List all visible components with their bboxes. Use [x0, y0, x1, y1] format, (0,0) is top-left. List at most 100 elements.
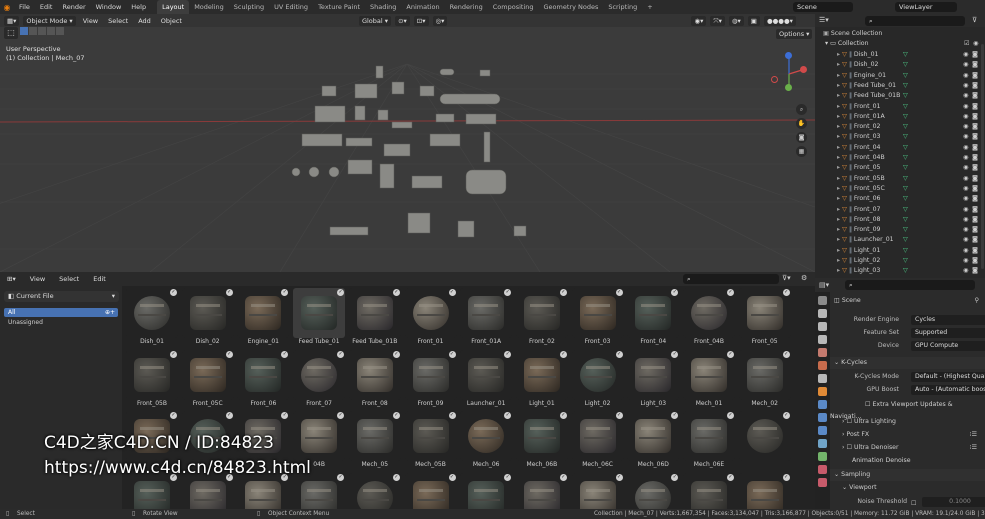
outliner-item[interactable]: ▸ ▽ ∥ Front_04 ▽ ◉ ◙	[815, 143, 985, 153]
asset-item[interactable]: ✓ Mech_06	[460, 411, 513, 471]
outliner-item[interactable]: ▸ ▽ ∥ Front_02 ▽ ◉ ◙	[815, 122, 985, 132]
asset-item[interactable]: ✓ Light_02	[571, 349, 624, 410]
asset-item[interactable]: ✓	[738, 411, 791, 471]
catalog-unassigned[interactable]: Unassigned	[8, 319, 43, 326]
camera-render-icon[interactable]: ◙	[972, 153, 978, 163]
ultra-lighting-subpanel[interactable]: › ☐ Ultra Lighting	[830, 416, 985, 428]
gizmo-neg-x-axis[interactable]	[771, 76, 778, 83]
extra-updates-row[interactable]: ☐ Extra Viewport Updates & Navigati...	[830, 399, 985, 420]
filter-icon[interactable]: ⊽▾	[782, 274, 791, 282]
expand-arrow-icon[interactable]: ▸	[815, 267, 842, 274]
asset-item[interactable]: ✓ Feed Tube_01	[293, 288, 346, 348]
asset-menu-edit[interactable]: Edit	[90, 274, 109, 284]
expand-arrow-icon[interactable]: ▸	[815, 257, 842, 264]
list-menu-icon[interactable]: ⁝☰	[969, 442, 977, 454]
outliner-item[interactable]: ▸ ▽ ∥ Light_01 ▽ ◉ ◙	[815, 246, 985, 256]
eye-icon[interactable]: ◉	[963, 163, 968, 173]
eye-icon[interactable]: ◉	[963, 81, 968, 91]
camera-render-icon[interactable]: ◙	[972, 256, 978, 266]
add-catalog-icon[interactable]: ⊕+	[105, 308, 118, 317]
tab-output-icon[interactable]	[818, 322, 827, 331]
list-menu-icon[interactable]: ⁝☰	[969, 429, 977, 441]
scene-collection-row[interactable]: ▣ Scene Collection	[815, 29, 985, 39]
properties-editor-icon[interactable]: ▤▾	[819, 281, 829, 289]
asset-item[interactable]: ✓ Front_02	[515, 288, 568, 348]
asset-item[interactable]: ✓ Front_05B	[126, 349, 178, 410]
menu-help[interactable]: Help	[126, 3, 151, 11]
editor-type-icon[interactable]: ▦▾	[4, 15, 20, 26]
tab-scripting[interactable]: Scripting	[603, 0, 642, 14]
outliner-scrollbar[interactable]	[981, 44, 984, 269]
expand-arrow-icon[interactable]: ▸	[815, 82, 842, 89]
viewport-menu-object[interactable]: Object	[158, 16, 185, 26]
tab-constraints-icon[interactable]	[818, 439, 827, 448]
sampling-panel-header[interactable]: ⌄ Sampling	[830, 469, 985, 481]
outliner-item[interactable]: ▸ ▽ ∥ Light_03 ▽ ◉ ◙	[815, 266, 985, 276]
tab-texture-icon[interactable]	[818, 478, 827, 487]
ultra-denoiser-subpanel[interactable]: › ☐ Ultra Denoiser ⁝☰	[830, 442, 985, 454]
viewport-menu-select[interactable]: Select	[105, 16, 131, 26]
eye-icon[interactable]: ◉	[963, 256, 968, 266]
asset-item[interactable]: ✓ Mech_02	[738, 349, 791, 410]
expand-arrow-icon[interactable]: ▾	[815, 40, 830, 47]
properties-search-input[interactable]: ⌕	[845, 280, 975, 290]
collection-eye-icon[interactable]: ◉	[973, 39, 978, 49]
camera-render-icon[interactable]: ◙	[972, 163, 978, 173]
tab-world-icon[interactable]	[818, 361, 827, 370]
menu-window[interactable]: Window	[91, 3, 127, 11]
tab-particles-icon[interactable]	[818, 413, 827, 422]
zoom-icon[interactable]: ⌕	[796, 104, 807, 115]
expand-arrow-icon[interactable]: ▸	[815, 236, 842, 243]
animation-denoise-row[interactable]: Animation Denoise	[830, 455, 985, 467]
asset-item[interactable]: ✓ Launcher_01	[460, 349, 513, 410]
asset-item[interactable]: ✓	[683, 472, 735, 509]
camera-render-icon[interactable]: ◙	[972, 132, 978, 142]
expand-arrow-icon[interactable]: ▸	[815, 113, 842, 120]
asset-item[interactable]: ✓ Mech_06E	[683, 411, 735, 471]
expand-arrow-icon[interactable]: ▸	[815, 185, 842, 192]
expand-arrow-icon[interactable]: ▸	[815, 61, 842, 68]
outliner-item[interactable]: ▸ ▽ ∥ Front_04B ▽ ◉ ◙	[815, 153, 985, 163]
eye-icon[interactable]: ◉	[963, 112, 968, 122]
overlay-toggle-icon[interactable]: ◍▾	[728, 15, 744, 26]
camera-render-icon[interactable]: ◙	[972, 235, 978, 245]
select-subtract-icon[interactable]	[38, 27, 46, 35]
tab-modeling[interactable]: Modeling	[189, 0, 229, 14]
asset-item[interactable]: ✓ Engine_01	[237, 288, 290, 348]
expand-arrow-icon[interactable]: ▸	[815, 216, 842, 223]
collection-checkbox-icon[interactable]: ☑	[964, 39, 970, 49]
gizmo-z-axis[interactable]	[785, 52, 792, 59]
eye-icon[interactable]: ◉	[963, 143, 968, 153]
select-intersect-icon[interactable]	[56, 27, 64, 35]
outliner-item[interactable]: ▸ ▽ ∥ Front_05 ▽ ◉ ◙	[815, 163, 985, 173]
eye-icon[interactable]: ◉	[963, 122, 968, 132]
expand-arrow-icon[interactable]: ▸	[815, 72, 842, 79]
settings-gear-icon[interactable]: ⚙	[801, 274, 807, 282]
expand-arrow-icon[interactable]: ▸	[815, 154, 842, 161]
tab-modifiers-icon[interactable]	[818, 400, 827, 409]
outliner-item[interactable]: ▸ ▽ ∥ Front_07 ▽ ◉ ◙	[815, 205, 985, 215]
asset-item[interactable]: ✓ Dish_02	[181, 288, 234, 348]
asset-item[interactable]: ✓ Feed Tube_01B	[348, 288, 401, 348]
post-fx-subpanel[interactable]: › Post FX ⁝☰	[830, 429, 985, 441]
outliner-item[interactable]: ▸ ▽ ∥ Feed Tube_01B ▽ ◉ ◙	[815, 91, 985, 101]
outliner-item[interactable]: ▸ ▽ ∥ Launcher_01 ▽ ◉ ◙	[815, 235, 985, 245]
camera-render-icon[interactable]: ◙	[972, 71, 978, 81]
gizmo-y-axis[interactable]	[785, 84, 792, 91]
proportional-edit-icon[interactable]: ◎▾	[432, 15, 448, 26]
asset-menu-view[interactable]: View	[27, 274, 48, 284]
camera-render-icon[interactable]: ◙	[972, 112, 978, 122]
outliner-item[interactable]: ▸ ▽ ∥ Front_01 ▽ ◉ ◙	[815, 102, 985, 112]
camera-render-icon[interactable]: ◙	[972, 225, 978, 235]
asset-item[interactable]: ✓ Front_06	[237, 349, 290, 410]
eye-icon[interactable]: ◉	[963, 215, 968, 225]
add-workspace-icon[interactable]: +	[642, 0, 657, 14]
asset-item[interactable]: ✓ Front_05	[738, 288, 791, 348]
eye-icon[interactable]: ◉	[963, 153, 968, 163]
asset-item[interactable]: ✓ Dish_01	[126, 288, 178, 348]
outliner-search-input[interactable]: ⌕	[865, 16, 965, 26]
tab-physics-icon[interactable]	[818, 426, 827, 435]
eye-icon[interactable]: ◉	[963, 102, 968, 112]
tab-shading[interactable]: Shading	[365, 0, 401, 14]
blender-logo-icon[interactable]: ◉	[0, 3, 14, 12]
